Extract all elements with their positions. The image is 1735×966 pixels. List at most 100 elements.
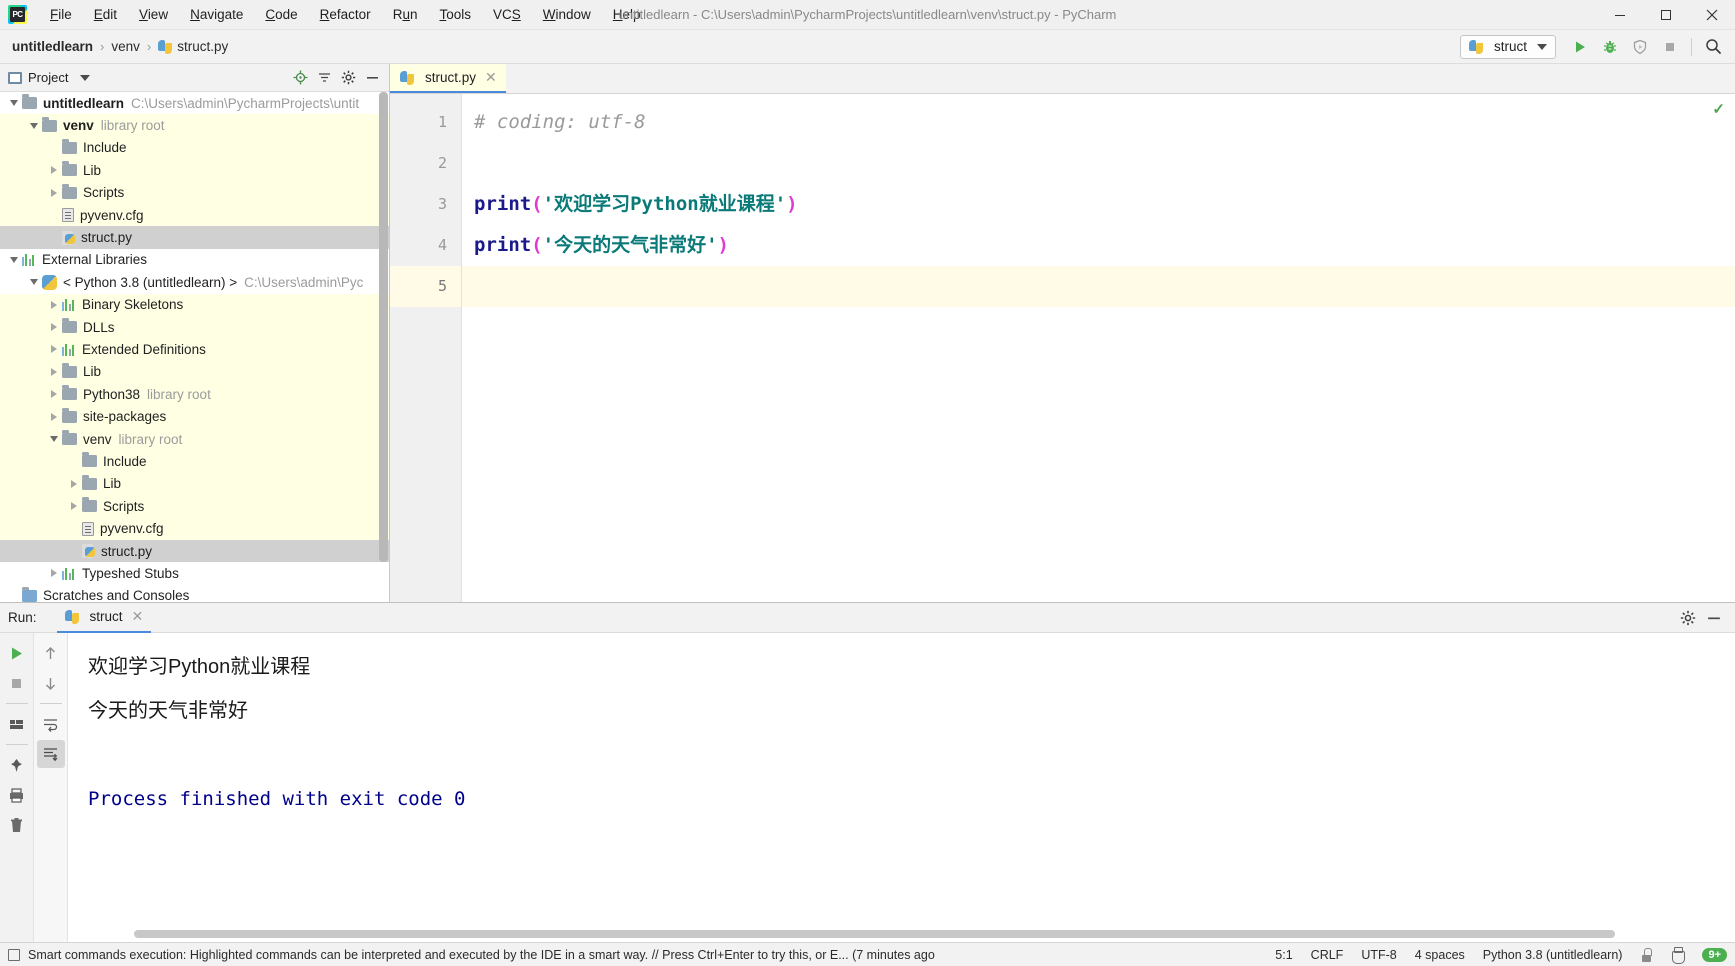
hide-run-panel-button[interactable] bbox=[1703, 607, 1725, 629]
menu-window[interactable]: Window bbox=[532, 0, 602, 30]
tree-node[interactable]: Lib bbox=[0, 360, 389, 384]
code-line[interactable] bbox=[462, 143, 1735, 184]
tree-expand-toggle[interactable] bbox=[46, 428, 62, 450]
lock-icon[interactable] bbox=[1640, 947, 1653, 962]
menu-file[interactable]: File bbox=[39, 0, 83, 30]
tree-expand-toggle[interactable] bbox=[46, 182, 62, 204]
scroll-to-end-button[interactable] bbox=[36, 740, 65, 768]
file-encoding[interactable]: UTF-8 bbox=[1361, 948, 1396, 962]
console-output[interactable]: 欢迎学习Python就业课程 今天的天气非常好 Process finished … bbox=[68, 633, 1735, 942]
tree-node[interactable]: Typeshed Stubs bbox=[0, 562, 389, 584]
project-tree[interactable]: untitledlearn C:\Users\admin\PycharmProje… bbox=[0, 92, 389, 602]
print-button[interactable] bbox=[3, 781, 31, 809]
editor-code-area[interactable]: # coding: utf-8 print('欢迎学习Python就业课程') p… bbox=[462, 94, 1735, 602]
rerun-button[interactable] bbox=[3, 639, 31, 667]
down-stacktrace-button[interactable] bbox=[37, 669, 65, 697]
project-panel-title[interactable]: Project bbox=[8, 70, 91, 85]
tree-node[interactable]: DLLs bbox=[0, 315, 389, 339]
tree-expand-toggle[interactable] bbox=[46, 316, 62, 338]
search-everywhere-button[interactable] bbox=[1699, 34, 1727, 60]
tree-expand-toggle[interactable] bbox=[46, 406, 62, 428]
console-horizontal-scrollbar[interactable] bbox=[134, 930, 1615, 938]
close-icon[interactable]: ✕ bbox=[485, 69, 497, 86]
tree-expand-toggle[interactable] bbox=[46, 159, 62, 181]
tree-node[interactable]: site-packages bbox=[0, 405, 389, 428]
menu-help[interactable]: Help bbox=[602, 0, 652, 30]
line-number[interactable]: 5 bbox=[390, 266, 461, 307]
menu-vcs[interactable]: VCS bbox=[482, 0, 532, 30]
stop-button[interactable] bbox=[1656, 34, 1684, 60]
run-tab-struct[interactable]: struct ✕ bbox=[56, 603, 152, 633]
tree-node[interactable]: Include bbox=[0, 136, 389, 160]
code-line[interactable]: # coding: utf-8 bbox=[462, 102, 1735, 143]
tree-expand-toggle[interactable] bbox=[26, 115, 42, 137]
menu-code[interactable]: Code bbox=[254, 0, 308, 30]
tree-node[interactable]: Binary Skeletons bbox=[0, 293, 389, 316]
menu-run[interactable]: Run bbox=[382, 0, 429, 30]
tree-expand-toggle[interactable] bbox=[46, 338, 62, 360]
restore-layout-button[interactable] bbox=[3, 710, 31, 738]
inspection-status-icon[interactable]: ✓ bbox=[1712, 100, 1725, 118]
tree-node[interactable]: untitledlearn C:\Users\admin\PycharmProje… bbox=[0, 92, 389, 114]
tree-expand-toggle[interactable] bbox=[46, 361, 62, 383]
close-icon[interactable]: ✕ bbox=[132, 608, 144, 625]
line-number[interactable]: 2 bbox=[390, 143, 461, 184]
breadcrumb-item-file[interactable]: struct.py bbox=[158, 39, 228, 54]
code-line[interactable]: print('欢迎学习Python就业课程') bbox=[462, 184, 1735, 225]
tree-expand-toggle[interactable] bbox=[26, 271, 42, 293]
line-number[interactable]: 4 bbox=[390, 225, 461, 266]
run-settings-button[interactable] bbox=[1677, 607, 1699, 629]
menu-edit[interactable]: Edit bbox=[83, 0, 128, 30]
tree-node[interactable]: struct.py bbox=[0, 539, 389, 563]
hide-panel-button[interactable] bbox=[361, 67, 383, 89]
tree-node[interactable]: < Python 3.8 (untitledlearn) > C:\Users\a… bbox=[0, 271, 389, 293]
inspection-widget-icon[interactable] bbox=[1671, 947, 1686, 964]
line-number[interactable]: 3 bbox=[390, 184, 461, 225]
tree-node[interactable]: Lib bbox=[0, 472, 389, 496]
tree-node[interactable]: venv library root bbox=[0, 114, 389, 137]
python-interpreter[interactable]: Python 3.8 (untitledlearn) bbox=[1483, 948, 1623, 962]
tree-expand-toggle[interactable] bbox=[6, 92, 22, 114]
stop-button[interactable] bbox=[3, 669, 31, 697]
tree-node[interactable]: pyvenv.cfg bbox=[0, 517, 389, 540]
message-icon[interactable] bbox=[8, 948, 20, 961]
indent-setting[interactable]: 4 spaces bbox=[1415, 948, 1465, 962]
collapse-all-button[interactable] bbox=[313, 67, 335, 89]
tree-node[interactable]: venv library root bbox=[0, 427, 389, 451]
tree-node[interactable]: Scratches and Consoles bbox=[0, 585, 389, 602]
tree-node[interactable]: External Libraries bbox=[0, 249, 389, 271]
tree-node[interactable]: Extended Definitions bbox=[0, 338, 389, 361]
menu-navigate[interactable]: Navigate bbox=[179, 0, 254, 30]
code-line[interactable] bbox=[462, 266, 1735, 307]
tree-expand-toggle[interactable] bbox=[66, 495, 82, 517]
editor-gutter[interactable]: 12345 bbox=[390, 94, 462, 602]
breadcrumb-item-venv[interactable]: venv bbox=[111, 39, 140, 54]
select-opened-file-button[interactable] bbox=[289, 67, 311, 89]
close-button[interactable] bbox=[1689, 0, 1735, 30]
gear-icon[interactable] bbox=[337, 67, 359, 89]
debug-button[interactable] bbox=[1596, 34, 1624, 60]
tree-node[interactable]: Python38 library root bbox=[0, 383, 389, 406]
tree-expand-toggle[interactable] bbox=[66, 473, 82, 495]
tree-node[interactable]: Scripts bbox=[0, 181, 389, 204]
soft-wrap-button[interactable] bbox=[37, 710, 65, 738]
run-button[interactable] bbox=[1566, 34, 1594, 60]
breadcrumb-item-project[interactable]: untitledlearn bbox=[12, 39, 93, 54]
tree-expand-toggle[interactable] bbox=[46, 294, 62, 316]
project-tree-scrollbar[interactable] bbox=[379, 92, 388, 562]
tree-expand-toggle[interactable] bbox=[6, 249, 22, 271]
clear-all-button[interactable] bbox=[3, 811, 31, 839]
tree-expand-toggle[interactable] bbox=[46, 383, 62, 405]
pin-tab-button[interactable] bbox=[3, 751, 31, 779]
menu-tools[interactable]: Tools bbox=[428, 0, 482, 30]
tree-expand-toggle[interactable] bbox=[46, 562, 62, 584]
tree-node[interactable]: Scripts bbox=[0, 495, 389, 518]
tree-node[interactable]: struct.py bbox=[0, 226, 389, 249]
maximize-button[interactable] bbox=[1643, 0, 1689, 30]
up-stacktrace-button[interactable] bbox=[37, 639, 65, 667]
menu-refactor[interactable]: Refactor bbox=[309, 0, 382, 30]
notification-badge[interactable]: 9+ bbox=[1702, 947, 1727, 962]
editor-tab-struct-py[interactable]: struct.py ✕ bbox=[390, 64, 506, 93]
tree-node[interactable]: Lib bbox=[0, 159, 389, 182]
line-number[interactable]: 1 bbox=[390, 102, 461, 143]
